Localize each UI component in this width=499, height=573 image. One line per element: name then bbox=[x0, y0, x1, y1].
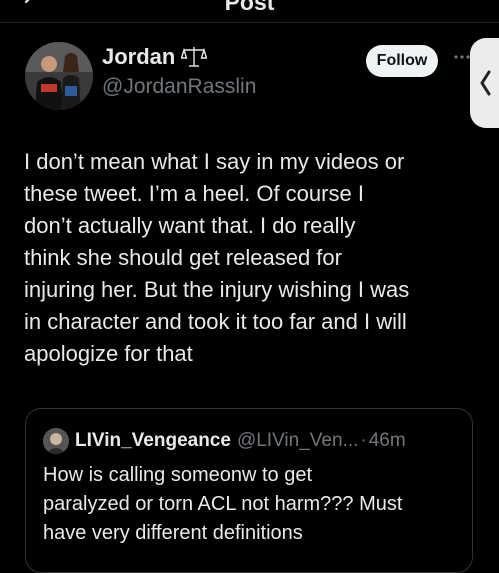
scale-icon bbox=[181, 47, 208, 67]
quoted-timestamp: 46m bbox=[368, 430, 406, 451]
quoted-handle[interactable]: @LIVin_Ven... bbox=[237, 430, 358, 452]
chevron-left-icon bbox=[480, 70, 490, 96]
avatar[interactable] bbox=[25, 42, 93, 110]
follow-button[interactable]: Follow bbox=[366, 45, 438, 77]
more-options-icon[interactable] bbox=[453, 54, 471, 60]
quoted-tweet-text: How is calling someonw to get paralyzed … bbox=[43, 464, 403, 544]
tweet-text: I don’t mean what I say in my videos or … bbox=[24, 149, 410, 366]
quoted-display-name[interactable]: LIVin_Vengeance bbox=[75, 430, 231, 452]
quoted-tweet-card[interactable]: LIVin_Vengeance @LIVin_Ven... · 46m How … bbox=[25, 408, 473, 573]
quoted-separator: · bbox=[360, 430, 367, 451]
author-display-name[interactable]: Jordan bbox=[102, 44, 175, 70]
author-name-line: Jordan bbox=[102, 43, 208, 71]
top-bar: Post bbox=[0, 0, 499, 23]
avatar-photo bbox=[25, 42, 93, 110]
side-panel-handle[interactable] bbox=[470, 38, 499, 128]
page-title: Post bbox=[224, 0, 275, 15]
quoted-tweet-header: LIVin_Vengeance @LIVin_Ven... · 46m bbox=[43, 427, 406, 455]
quoted-avatar[interactable] bbox=[43, 428, 69, 454]
author-handle[interactable]: @JordanRasslin bbox=[102, 75, 256, 99]
